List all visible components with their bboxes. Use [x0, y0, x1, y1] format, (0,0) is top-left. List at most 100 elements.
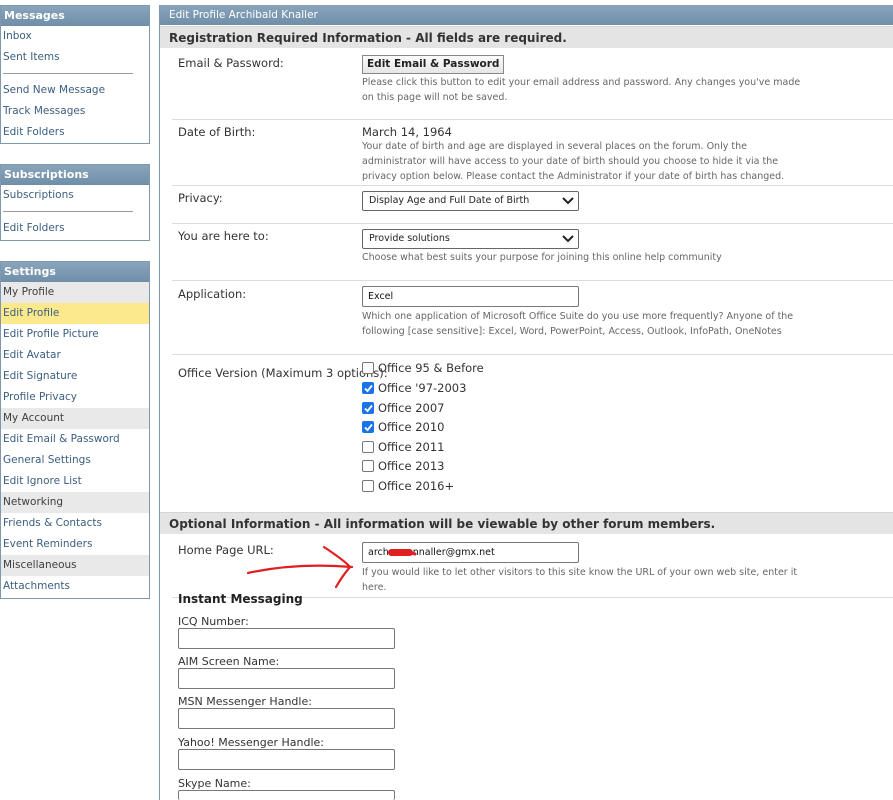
office-option-label: Office '97-2003 — [378, 381, 467, 395]
msn-label: MSN Messenger Handle: — [178, 695, 312, 708]
sidebar-item-subscriptions[interactable]: Subscriptions — [1, 185, 149, 206]
office-option-checkbox[interactable] — [362, 402, 374, 414]
edit-profile-panel: Edit Profile Archibald Knaller Registrat… — [159, 5, 893, 800]
email-password-hint: Please click this button to edit your em… — [362, 77, 801, 103]
office-version-row: Office Version (Maximum 3 options): Offi… — [172, 355, 893, 511]
office-option-checkbox[interactable] — [362, 382, 374, 394]
sidebar-item-edit-folders[interactable]: Edit Folders — [1, 122, 149, 143]
privacy-label: Privacy: — [178, 191, 223, 205]
checkmark-icon — [364, 404, 373, 413]
subscriptions-panel: Subscriptions Subscriptions Edit Folders — [0, 164, 150, 241]
sidebar-group-miscellaneous: Miscellaneous — [1, 555, 149, 576]
skype-input[interactable] — [178, 790, 395, 800]
dob-hint: Your date of birth and age are displayed… — [362, 141, 785, 182]
msn-input[interactable] — [178, 708, 395, 729]
purpose-selected-value: Provide solutions — [369, 233, 450, 244]
privacy-selected-value: Display Age and Full Date of Birth — [369, 195, 530, 206]
sidebar-item-edit-avatar[interactable]: Edit Avatar — [1, 345, 149, 366]
sidebar-divider — [1, 68, 149, 80]
skype-label: Skype Name: — [178, 777, 251, 790]
office-option-label: Office 2007 — [378, 401, 445, 415]
yahoo-input[interactable] — [178, 749, 395, 770]
messages-heading: Messages — [1, 6, 149, 26]
sidebar-item-send-new-message[interactable]: Send New Message — [1, 80, 149, 101]
chevron-down-icon — [562, 235, 574, 243]
privacy-row: Privacy: Display Age and Full Date of Bi… — [172, 186, 893, 224]
sidebar-group-my-profile: My Profile — [1, 282, 149, 303]
dob-row: Date of Birth: March 14, 1964 Your date … — [172, 120, 893, 186]
email-password-row: Email & Password: Edit Email & Password … — [172, 49, 893, 120]
settings-heading: Settings — [1, 262, 149, 282]
sidebar-item-edit-email-password[interactable]: Edit Email & Password — [1, 429, 149, 450]
edit-email-password-button[interactable]: Edit Email & Password — [362, 55, 505, 74]
sidebar-item-friends-contacts[interactable]: Friends & Contacts — [1, 513, 149, 534]
sidebar-group-networking: Networking — [1, 492, 149, 513]
instant-messaging-heading: Instant Messaging — [178, 592, 303, 606]
page-title: Edit Profile Archibald Knaller — [160, 5, 893, 25]
sidebar-item-edit-profile[interactable]: Edit Profile — [1, 303, 149, 324]
office-option-checkbox[interactable] — [362, 421, 374, 433]
required-section-header: Registration Required Information - All … — [160, 26, 893, 48]
sidebar-item-profile-privacy[interactable]: Profile Privacy — [1, 387, 149, 408]
icq-label: ICQ Number: — [178, 615, 249, 628]
sidebar-item-sent-items[interactable]: Sent Items — [1, 47, 149, 68]
checkmark-icon — [364, 384, 373, 393]
office-option[interactable]: Office 2007 — [362, 399, 445, 417]
sidebar-item-edit-ignore-list[interactable]: Edit Ignore List — [1, 471, 149, 492]
sidebar-item-edit-profile-picture[interactable]: Edit Profile Picture — [1, 324, 149, 345]
office-option[interactable]: Office '97-2003 — [362, 379, 466, 397]
office-version-options: Office 95 & Before Office '97-2003 Offic… — [362, 355, 802, 505]
office-option-checkbox[interactable] — [362, 480, 374, 492]
icq-input[interactable] — [178, 628, 395, 649]
purpose-field: Provide solutions Choose what best suits… — [362, 229, 802, 265]
office-option-label: Office 2016+ — [378, 479, 455, 493]
privacy-field: Display Age and Full Date of Birth — [362, 191, 802, 211]
purpose-label: You are here to: — [178, 229, 269, 243]
application-field: Excel Which one application of Microsoft… — [362, 286, 802, 339]
application-hint: Which one application of Microsoft Offic… — [362, 311, 794, 337]
messages-panel: Messages Inbox Sent Items Send New Messa… — [0, 5, 150, 144]
optional-section-header: Optional Information - All information w… — [160, 512, 893, 534]
office-option-checkbox[interactable] — [362, 460, 374, 472]
sidebar-divider — [1, 206, 149, 218]
sidebar-item-general-settings[interactable]: General Settings — [1, 450, 149, 471]
office-option-checkbox[interactable] — [362, 441, 374, 453]
sidebar-group-my-account: My Account — [1, 408, 149, 429]
email-password-field: Edit Email & Password Please click this … — [362, 55, 802, 105]
office-option[interactable]: Office 2016+ — [362, 477, 454, 495]
office-option[interactable]: Office 2011 — [362, 438, 445, 456]
sidebar-item-event-reminders[interactable]: Event Reminders — [1, 534, 149, 555]
sidebar-item-inbox[interactable]: Inbox — [1, 26, 149, 47]
homepage-field: arch nnaller@gmx.net If you would like to… — [362, 542, 802, 595]
application-input[interactable]: Excel — [362, 286, 579, 307]
office-option[interactable]: Office 2010 — [362, 418, 445, 436]
red-annotation-arrow — [246, 545, 417, 589]
privacy-select[interactable]: Display Age and Full Date of Birth — [362, 191, 579, 211]
purpose-row: You are here to: Provide solutions Choos… — [172, 224, 893, 281]
office-version-label: Office Version (Maximum 3 options): — [178, 366, 388, 380]
sidebar-item-attachments[interactable]: Attachments — [1, 576, 149, 597]
checkmark-icon — [364, 423, 373, 432]
chevron-down-icon — [562, 197, 574, 205]
settings-panel: Settings My Profile Edit Profile Edit Pr… — [0, 261, 150, 599]
office-option-label: Office 2011 — [378, 440, 445, 454]
subscriptions-heading: Subscriptions — [1, 165, 149, 185]
purpose-select[interactable]: Provide solutions — [362, 229, 579, 249]
homepage-value-end: nnaller@gmx.net — [412, 547, 495, 558]
dob-value: March 14, 1964 — [362, 125, 452, 139]
office-option[interactable]: Office 2013 — [362, 457, 445, 475]
application-row: Application: Excel Which one application… — [172, 281, 893, 355]
email-password-label: Email & Password: — [178, 56, 284, 70]
purpose-hint: Choose what best suits your purpose for … — [362, 252, 722, 263]
office-option-label: Office 95 & Before — [378, 361, 484, 375]
dob-field: March 14, 1964 Your date of birth and ag… — [362, 125, 802, 184]
sidebar-item-subscription-folders[interactable]: Edit Folders — [1, 218, 149, 239]
sidebar-item-track-messages[interactable]: Track Messages — [1, 101, 149, 122]
office-option[interactable]: Office 95 & Before — [362, 359, 484, 377]
sidebar-item-edit-signature[interactable]: Edit Signature — [1, 366, 149, 387]
office-option-checkbox[interactable] — [362, 362, 374, 374]
homepage-hint: If you would like to let other visitors … — [362, 567, 798, 593]
dob-label: Date of Birth: — [178, 125, 256, 139]
office-option-label: Office 2010 — [378, 420, 445, 434]
aim-input[interactable] — [178, 668, 395, 689]
